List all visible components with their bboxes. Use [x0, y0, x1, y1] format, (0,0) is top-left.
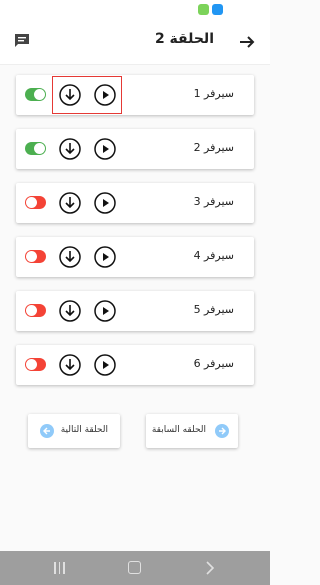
arrow-right-icon — [215, 424, 229, 438]
play-icon — [94, 192, 116, 214]
android-face-icon — [198, 4, 209, 15]
play-icon — [94, 138, 116, 160]
play-button[interactable] — [94, 354, 116, 376]
server-label: سيرفر 4 — [193, 249, 234, 262]
download-icon — [59, 246, 81, 268]
play-icon — [94, 246, 116, 268]
toggle-knob — [34, 89, 45, 100]
play-icon — [94, 300, 116, 322]
download-button[interactable] — [59, 192, 81, 214]
download-icon — [59, 354, 81, 376]
download-icon — [59, 300, 81, 322]
play-button[interactable] — [94, 192, 116, 214]
download-icon — [59, 138, 81, 160]
home-icon[interactable] — [128, 561, 141, 574]
previous-episode-button[interactable]: الحلقه السابقة — [146, 414, 238, 448]
server-toggle[interactable] — [25, 304, 46, 317]
server-toggle[interactable] — [25, 142, 46, 155]
server-card: سيرفر 4 — [16, 237, 254, 277]
message-icon — [15, 34, 29, 47]
play-icon — [94, 354, 116, 376]
download-button[interactable] — [59, 354, 81, 376]
play-button[interactable] — [94, 246, 116, 268]
app-badge-icon — [212, 4, 223, 15]
toggle-knob — [26, 251, 37, 262]
server-card: سيرفر 6 — [16, 345, 254, 385]
play-icon — [94, 84, 116, 106]
arrow-left-icon — [40, 424, 54, 438]
server-toggle[interactable] — [25, 196, 46, 209]
server-card: سيرفر 3 — [16, 183, 254, 223]
toggle-knob — [26, 305, 37, 316]
server-card: سيرفر 2 — [16, 129, 254, 169]
server-label: سيرفر 1 — [193, 87, 234, 100]
page-title: الحلقة 2 — [154, 31, 214, 47]
download-button[interactable] — [59, 84, 81, 106]
next-episode-label: الحلقة التالية — [60, 425, 108, 435]
server-label: سيرفر 2 — [193, 141, 234, 154]
download-button[interactable] — [59, 138, 81, 160]
play-button[interactable] — [94, 84, 116, 106]
server-label: سيرفر 3 — [193, 195, 234, 208]
system-navigation-bar — [0, 551, 270, 585]
toggle-knob — [34, 143, 45, 154]
status-bar — [0, 0, 270, 22]
toggle-knob — [26, 197, 37, 208]
previous-episode-label: الحلقه السابقة — [151, 425, 206, 435]
play-button[interactable] — [94, 300, 116, 322]
server-label: سيرفر 6 — [193, 357, 234, 370]
app-bar: الحلقة 2 — [0, 22, 270, 65]
play-button[interactable] — [94, 138, 116, 160]
message-button[interactable] — [10, 29, 34, 53]
back-button[interactable] — [234, 29, 260, 55]
server-toggle[interactable] — [25, 250, 46, 263]
download-icon — [59, 84, 81, 106]
server-toggle[interactable] — [25, 88, 46, 101]
server-card: سيرفر 1 — [16, 75, 254, 115]
download-button[interactable] — [59, 246, 81, 268]
download-button[interactable] — [59, 300, 81, 322]
arrow-right-icon — [240, 36, 255, 48]
download-icon — [59, 192, 81, 214]
server-label: سيرفر 5 — [193, 303, 234, 316]
next-episode-button[interactable]: الحلقة التالية — [28, 414, 120, 448]
recents-icon[interactable] — [54, 562, 68, 574]
toggle-knob — [26, 359, 37, 370]
back-nav-icon[interactable] — [205, 561, 215, 575]
server-toggle[interactable] — [25, 358, 46, 371]
server-card: سيرفر 5 — [16, 291, 254, 331]
